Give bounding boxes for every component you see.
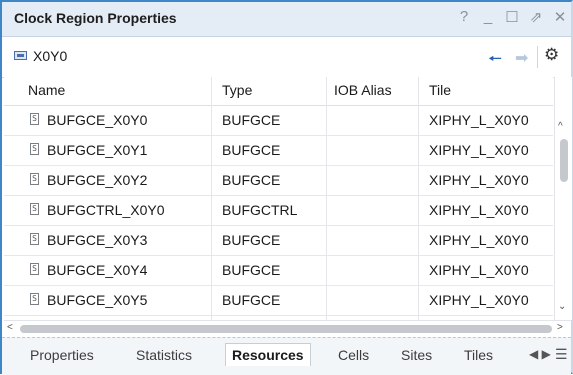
site-icon: S xyxy=(30,263,39,275)
cell-tile: XIPHY_L_X0Y0 xyxy=(429,112,529,128)
minimize-icon[interactable]: _ xyxy=(481,8,495,26)
gear-icon[interactable]: ⚙ xyxy=(544,45,559,65)
panel-title: Clock Region Properties xyxy=(14,10,177,26)
cell-name: BUFGCTRL_X0Y0 xyxy=(47,202,165,218)
tab-cells[interactable]: Cells xyxy=(338,347,369,363)
tab-sites[interactable]: Sites xyxy=(401,347,432,363)
table-row[interactable]: S BUFGCE_X0Y3 BUFGCE XIPHY_L_X0Y0 xyxy=(4,225,553,256)
site-icon: S xyxy=(30,113,39,125)
float-icon[interactable]: ⇗ xyxy=(529,8,543,26)
tab-tiles[interactable]: Tiles xyxy=(464,347,493,363)
window-controls: ? _ ☐ ⇗ ✕ xyxy=(457,8,567,26)
maximize-icon[interactable]: ☐ xyxy=(505,8,519,26)
toolbar: X0Y0 🠔 ➡ ⚙ xyxy=(2,37,571,78)
bottom-tab-bar: Properties Statistics Resources Cells Si… xyxy=(2,337,571,375)
cell-tile: XIPHY_L_X0Y0 xyxy=(429,202,529,218)
forward-arrow-icon[interactable]: ➡ xyxy=(515,48,528,68)
vertical-scrollbar[interactable]: ^ ⌄ xyxy=(554,77,572,320)
object-name: X0Y0 xyxy=(33,48,68,64)
cell-tile: XIPHY_L_X0Y0 xyxy=(429,232,529,248)
site-icon: S xyxy=(30,203,39,215)
cell-name: BUFGCE_X0Y0 xyxy=(47,112,148,128)
table-row[interactable]: S BUFGCE_X0Y0 BUFGCE XIPHY_L_X0Y0 xyxy=(4,105,553,136)
help-icon[interactable]: ? xyxy=(457,8,471,26)
scroll-down-icon[interactable]: ⌄ xyxy=(558,301,566,312)
table-row[interactable]: S BUFGCE_X0Y2 BUFGCE XIPHY_L_X0Y0 xyxy=(4,165,553,196)
clock-region-icon xyxy=(14,51,27,60)
site-icon: S xyxy=(30,173,39,185)
horizontal-scroll-thumb[interactable] xyxy=(20,325,552,333)
tab-scroll-arrows-icon[interactable]: ◀ ▶ xyxy=(529,347,551,361)
cell-name: BUFGCE_X0Y2 xyxy=(47,172,148,188)
scroll-left-icon[interactable]: < xyxy=(7,322,13,333)
clock-region-properties-panel: Clock Region Properties ? _ ☐ ⇗ ✕ X0Y0 🠔… xyxy=(0,0,573,375)
site-icon: S xyxy=(30,143,39,155)
cell-type: BUFGCE xyxy=(222,232,281,248)
cell-tile: XIPHY_L_X0Y0 xyxy=(429,172,529,188)
cell-type: BUFGCTRL xyxy=(222,202,298,218)
table-row[interactable]: S BUFGCE_X0Y1 BUFGCE XIPHY_L_X0Y0 xyxy=(4,135,553,166)
cell-name: BUFGCE_X0Y4 xyxy=(47,262,148,278)
column-header-type[interactable]: Type xyxy=(222,82,252,98)
tab-properties[interactable]: Properties xyxy=(30,347,94,363)
vertical-scroll-thumb[interactable] xyxy=(560,139,568,182)
toolbar-separator xyxy=(537,46,538,68)
back-arrow-icon[interactable]: 🠔 xyxy=(488,48,502,75)
cell-tile: XIPHY_L_X0Y0 xyxy=(429,262,529,278)
column-header-iob-alias[interactable]: IOB Alias xyxy=(334,82,392,98)
title-bar: Clock Region Properties ? _ ☐ ⇗ ✕ xyxy=(2,2,571,37)
close-icon[interactable]: ✕ xyxy=(553,8,567,26)
table-row[interactable]: S BUFGCTRL_X0Y0 BUFGCTRL XIPHY_L_X0Y0 xyxy=(4,195,553,226)
tab-resources[interactable]: Resources xyxy=(225,343,311,366)
site-icon: S xyxy=(30,293,39,305)
cell-type: BUFGCE xyxy=(222,292,281,308)
cell-type: BUFGCE xyxy=(222,262,281,278)
cell-name: BUFGCE_X0Y3 xyxy=(47,232,148,248)
cell-type: BUFGCE xyxy=(222,142,281,158)
table-header: Name Type IOB Alias Tile xyxy=(4,77,553,106)
cell-type: BUFGCE xyxy=(222,172,281,188)
cell-type: BUFGCE xyxy=(222,112,281,128)
column-header-tile[interactable]: Tile xyxy=(429,82,451,98)
cell-name: BUFGCE_X0Y1 xyxy=(47,142,148,158)
scroll-up-icon[interactable]: ^ xyxy=(558,121,563,132)
cell-name: BUFGCE_X0Y5 xyxy=(47,292,148,308)
table-row[interactable]: S BUFGCE_X0Y5 BUFGCE XIPHY_L_X0Y0 xyxy=(4,285,553,316)
tab-menu-icon[interactable]: ☰ xyxy=(555,346,568,363)
resources-table: Name Type IOB Alias Tile S BUFGCE_X0Y0 B… xyxy=(4,77,553,320)
cell-tile: XIPHY_L_X0Y0 xyxy=(429,292,529,308)
horizontal-scrollbar[interactable]: < > xyxy=(4,320,571,337)
cell-tile: XIPHY_L_X0Y0 xyxy=(429,142,529,158)
site-icon: S xyxy=(30,233,39,245)
tab-statistics[interactable]: Statistics xyxy=(136,347,192,363)
column-header-name[interactable]: Name xyxy=(28,82,65,98)
table-row[interactable]: S BUFGCE_X0Y4 BUFGCE XIPHY_L_X0Y0 xyxy=(4,255,553,286)
scroll-right-icon[interactable]: > xyxy=(557,322,563,333)
